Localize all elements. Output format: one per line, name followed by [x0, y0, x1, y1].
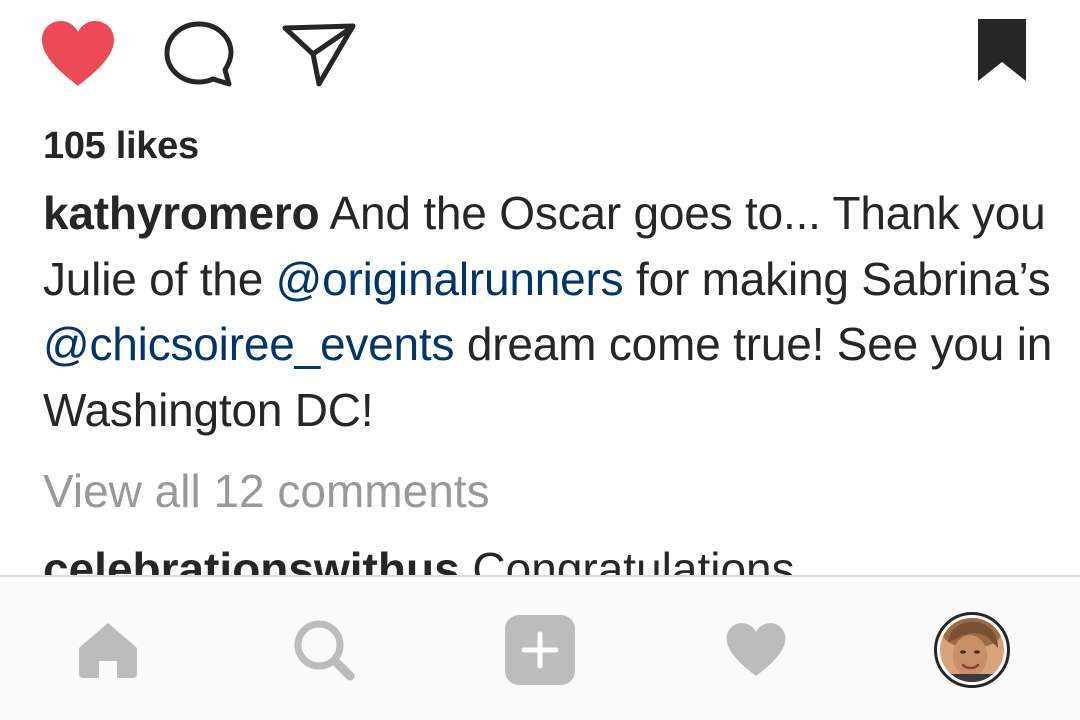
post-action-bar — [0, 0, 1080, 110]
avatar-ring — [934, 612, 1010, 688]
comment-username[interactable]: celebrationswithus — [43, 543, 460, 575]
comment-bubble-icon[interactable] — [163, 20, 235, 88]
paper-plane-icon[interactable] — [281, 22, 357, 88]
mention-link[interactable]: @originalrunners — [276, 253, 624, 305]
heart-filled-icon[interactable] — [40, 20, 116, 88]
caption-username[interactable]: kathyromero — [43, 187, 320, 239]
home-icon — [79, 623, 137, 678]
mention-link[interactable]: @chicsoiree_events — [43, 318, 455, 370]
nav-activity[interactable] — [711, 605, 801, 695]
activity-heart-icon — [726, 623, 786, 677]
nav-profile[interactable] — [927, 605, 1017, 695]
add-post-icon — [505, 615, 575, 685]
profile-avatar — [940, 618, 1004, 682]
post-details: 105 likes kathyromero And the Oscar goes… — [0, 0, 1080, 575]
comment-item: celebrationswithus Congratulations — [43, 540, 795, 575]
bookmark-filled-icon[interactable] — [977, 18, 1027, 82]
comment-text: Congratulations — [459, 543, 795, 575]
likes-count[interactable]: 105 likes — [43, 122, 199, 170]
post-caption: kathyromero And the Oscar goes to... Tha… — [43, 181, 1053, 443]
caption-text: for making Sabrina’s — [623, 252, 1051, 305]
bottom-navigation-bar — [0, 575, 1080, 720]
view-all-comments-link[interactable]: View all 12 comments — [43, 462, 490, 520]
nav-search[interactable] — [279, 605, 369, 695]
search-icon — [294, 620, 355, 681]
nav-new-post[interactable] — [495, 605, 585, 695]
nav-home[interactable] — [63, 605, 153, 695]
